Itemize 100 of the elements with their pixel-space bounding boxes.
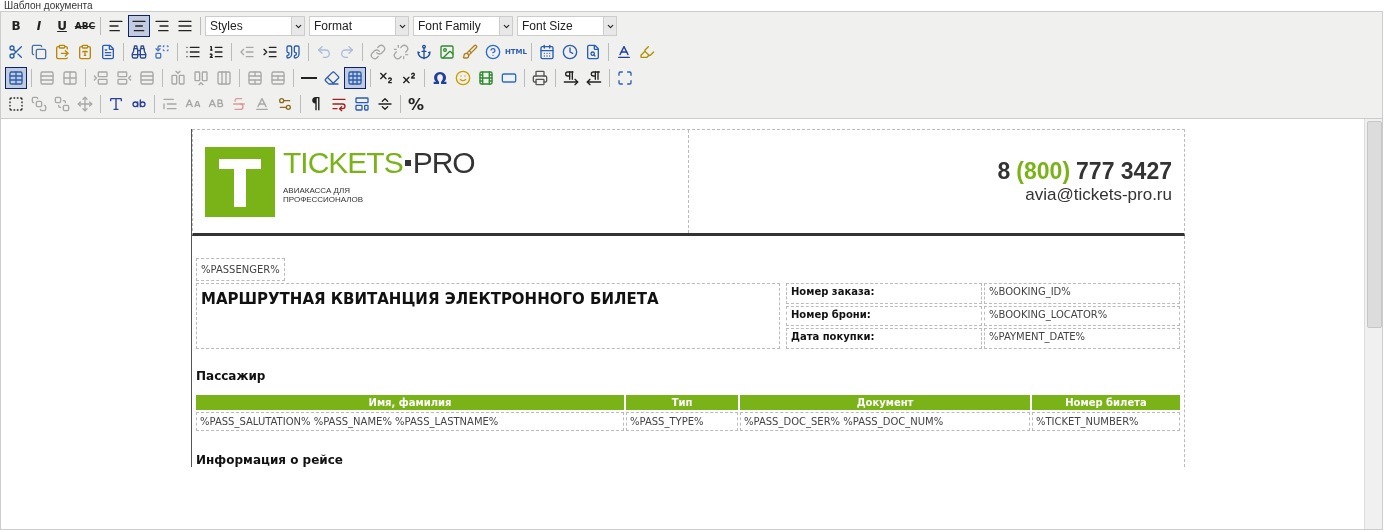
highlighter-icon — [639, 44, 655, 60]
quote-icon — [285, 44, 301, 60]
scissors-icon — [8, 44, 24, 60]
table-button[interactable] — [5, 67, 27, 89]
strikethrough-button[interactable]: ABC — [74, 15, 96, 37]
bar-icon — [501, 70, 517, 86]
image-icon — [439, 44, 455, 60]
film-icon — [478, 70, 494, 86]
column-header: Тип — [626, 395, 738, 410]
binoculars-icon — [131, 44, 147, 60]
left-to-right-icon — [563, 70, 579, 86]
delete-row-icon — [139, 70, 155, 86]
align-center-button[interactable] — [128, 15, 150, 37]
text-color-icon — [616, 44, 632, 60]
grid-button[interactable] — [344, 67, 366, 89]
clock-icon — [562, 44, 578, 60]
dropdown[interactable]: Styles — [205, 16, 305, 36]
smiley-icon — [455, 70, 471, 86]
merge-cells-icon — [247, 70, 263, 86]
attributes-icon — [277, 96, 293, 112]
italic-button[interactable]: I — [28, 15, 50, 37]
copy-icon — [31, 44, 47, 60]
column-header: Номер билета — [1032, 395, 1180, 410]
style-icon — [108, 96, 124, 112]
printer-icon — [532, 70, 548, 86]
scrollbar-thumb[interactable] — [1367, 121, 1382, 328]
citation-icon — [162, 96, 178, 112]
clipboard-text-icon — [77, 44, 93, 60]
underline-button[interactable]: U — [51, 15, 73, 37]
brush-icon — [462, 44, 478, 60]
page-break-icon — [377, 96, 393, 112]
clipboard-document-icon — [100, 44, 116, 60]
placeholder-cell: %PASSENGER% — [196, 258, 285, 281]
anchor-icon — [416, 44, 432, 60]
info-value: %BOOKING_ID% — [984, 283, 1180, 304]
section-heading: Информация о рейсе — [196, 453, 344, 467]
character-map-button[interactable]: Ω — [429, 67, 451, 89]
undo-icon — [316, 44, 332, 60]
info-value: %BOOKING_LOCATOR% — [984, 305, 1180, 327]
grid-icon — [347, 70, 363, 86]
table-cell: %PASS_SALUTATION% %PASS_NAME% %PASS_LASTNAME% — [196, 412, 624, 431]
info-label: Номер заказа: — [786, 283, 982, 304]
table-cell: %TICKET_NUMBER% — [1032, 412, 1180, 431]
eraser-icon — [324, 70, 340, 86]
horizontal-line-icon — [301, 77, 317, 79]
align-right-icon — [154, 18, 170, 34]
preview-icon — [585, 44, 601, 60]
outdent-icon — [239, 44, 255, 60]
link-icon — [370, 44, 386, 60]
column-before-icon — [170, 70, 186, 86]
unlink-icon — [393, 44, 409, 60]
template-icon — [354, 96, 370, 112]
strikethrough-icon — [231, 96, 247, 112]
dashed-square-icon — [8, 96, 24, 112]
fullscreen-icon — [617, 70, 633, 86]
pilcrow-button[interactable]: ¶ — [305, 93, 327, 115]
bold-button[interactable]: B — [5, 15, 27, 37]
document-title: МАРШРУТНАЯ КВИТАНЦИЯ ЭЛЕКТРОННОГО БИЛЕТА — [201, 290, 659, 308]
send-backward-icon — [54, 96, 70, 112]
delete-column-icon — [216, 70, 232, 86]
align-center-icon — [131, 18, 147, 34]
row-icon — [39, 70, 55, 86]
brand-tagline: АВИАКАССА ДЛЯ ПРОФЕССИОНАЛОВ — [283, 185, 365, 204]
bring-forward-icon — [31, 96, 47, 112]
table-icon — [8, 70, 24, 86]
right-to-left-icon — [586, 70, 602, 86]
table-cell: %PASS_DOC_SER% %PASS_DOC_NUM% — [740, 412, 1030, 431]
superscript-icon — [401, 70, 417, 86]
info-label: Дата покупки: — [786, 328, 982, 349]
indent-icon — [262, 44, 278, 60]
info-value: %PAYMENT_DATE% — [984, 328, 1180, 349]
column-after-icon — [193, 70, 209, 86]
column-header: Имя, фамилия — [196, 395, 624, 410]
move-icon — [77, 96, 93, 112]
dropdown[interactable]: Font Size — [517, 16, 617, 36]
email-address: avia@tickets-pro.ru — [1025, 185, 1172, 205]
phone-number: 8 (800) 777 3427 — [997, 158, 1172, 185]
row-after-icon — [116, 70, 132, 86]
info-label: Номер брони: — [786, 305, 982, 327]
table-cell: %PASS_TYPE% — [626, 412, 738, 431]
nonbreaking-icon — [331, 96, 347, 112]
clipboard-icon — [54, 44, 70, 60]
row-before-icon — [93, 70, 109, 86]
dropdown[interactable]: Font Family — [413, 16, 513, 36]
brand-name: TICKETS PRO — [283, 145, 475, 180]
justify-icon — [177, 18, 193, 34]
dropdown[interactable]: Format — [309, 16, 409, 36]
cell-icon — [62, 70, 78, 86]
help-icon — [485, 44, 501, 60]
calendar-icon — [539, 44, 555, 60]
numbered-list-icon — [208, 44, 224, 60]
column-header: Документ — [740, 395, 1030, 410]
subscript-icon — [378, 70, 394, 86]
insert-text-icon — [254, 96, 270, 112]
percent-button[interactable]: % — [405, 93, 427, 115]
logo-icon — [205, 146, 275, 217]
section-heading: Пассажир — [196, 369, 267, 383]
replace-icon — [154, 44, 170, 60]
align-left-icon — [108, 18, 124, 34]
field-label: Шаблон документа — [3, 0, 94, 11]
